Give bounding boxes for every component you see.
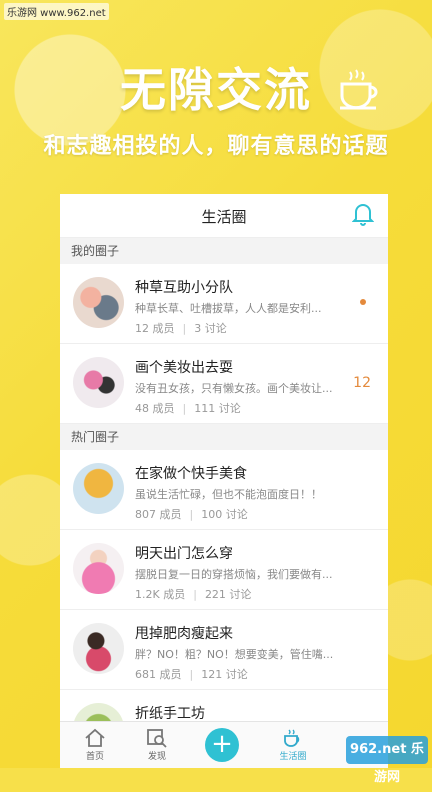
circle-title: 在家做个快手美食 [135,466,247,482]
list-item[interactable]: 种草互助小分队 种草长草、吐槽拔草，人人都是安利... 12 成员 | 3 讨论 [60,264,388,344]
avatar [73,623,124,674]
tab-label: 生活圈 [279,752,307,762]
topic-count: 121 讨论 [201,668,248,681]
circle-title: 明天出门怎么穿 [135,546,233,562]
member-count: 12 成员 [135,322,175,335]
avatar [73,463,124,514]
coffee-cup-icon [340,69,378,110]
topic-count: 100 讨论 [201,508,248,521]
member-count: 681 成员 [135,668,182,681]
section-hot-circles: 热门圈子 [60,424,388,450]
unread-count-badge: 12 [353,375,371,391]
nav-bar: 生活圈 [60,194,388,238]
bell-icon[interactable] [352,202,374,226]
discover-icon [147,729,167,748]
tab-label: 首页 [85,752,104,762]
circle-description: 没有丑女孩，只有懒女孩。画个美妆让... [135,382,333,395]
topic-count: 3 讨论 [194,322,227,335]
circle-description: 虽说生活忙碌，但也不能泡面度日！！ [135,488,322,501]
member-count: 1.2K 成员 [135,588,186,601]
circle-meta: 1.2K 成员 | 221 讨论 [135,588,252,601]
avatar [73,277,124,328]
list-item[interactable]: 甩掉肥肉瘦起来 胖？NO！粗？NO！想要变美，管住嘴... 681 成员 | 121… [60,610,388,690]
circle-description: 摆脱日复一日的穿搭烦恼，我们要做有... [135,568,333,581]
circle-meta: 681 成员 | 121 讨论 [135,668,248,681]
member-count: 48 成员 [135,402,175,415]
section-my-circles: 我的圈子 [60,238,388,264]
topic-count: 221 讨论 [204,588,252,601]
circle-meta: 12 成员 | 3 讨论 [135,322,227,335]
list-item[interactable]: 画个美妆出去耍 没有丑女孩，只有懒女孩。画个美妆让... 48 成员 | 111 讨… [60,344,388,424]
circle-meta: 807 成员 | 100 讨论 [135,508,248,521]
tab-bar: 首页 发现 + 生活圈 [60,721,388,768]
circle-title: 种草互助小分队 [135,280,233,296]
circle-title: 折纸手工坊 [135,706,205,722]
site-watermark: 乐游网 www.962.net [4,3,109,20]
tab-home[interactable]: 首页 [62,722,128,768]
avatar [73,543,124,594]
site-watermark-logo: 962.net 乐游网 [346,736,428,785]
circle-title: 画个美妆出去耍 [135,360,233,376]
tab-discover[interactable]: 发现 [124,722,190,768]
circle-description: 种草长草、吐槽拔草，人人都是安利... [135,302,322,315]
page-title: 生活圈 [201,208,247,226]
unread-dot [360,299,366,305]
list-item[interactable]: 在家做个快手美食 虽说生活忙碌，但也不能泡面度日！！ 807 成员 | 100 讨论 [60,450,388,530]
promo-subline: 和志趣相投的人，聊有意思的话题 [43,134,389,159]
tab-life-circle[interactable]: 生活圈 [260,722,326,768]
add-button[interactable]: + [205,728,239,762]
plus-icon: + [211,729,233,759]
tab-label: 发现 [147,752,166,762]
member-count: 807 成员 [135,508,182,521]
avatar [73,357,124,408]
app-screen: 生活圈 我的圈子 种草互助小分队 种草长草、吐槽拔草，人人都是安利... 12 … [60,194,388,768]
home-icon [85,728,105,747]
circle-title: 甩掉肥肉瘦起来 [135,626,233,642]
coffee-cup-icon [284,729,300,747]
circle-meta: 48 成员 | 111 讨论 [135,402,241,415]
list-item[interactable]: 明天出门怎么穿 摆脱日复一日的穿搭烦恼，我们要做有... 1.2K 成员 | 221… [60,530,388,610]
circle-description: 胖？NO！粗？NO！想要变美，管住嘴... [135,648,334,661]
topic-count: 111 讨论 [194,402,241,415]
